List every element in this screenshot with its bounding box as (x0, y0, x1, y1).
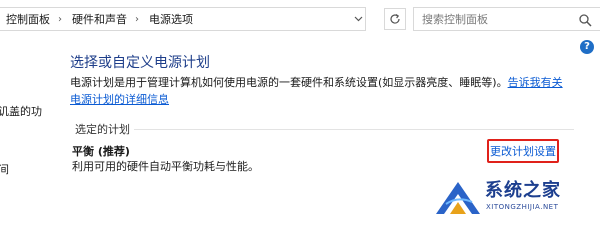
breadcrumb-separator-icon[interactable]: › (54, 14, 66, 25)
page-description: 电源计划是用于管理计算机如何使用电源的一套硬件和系统设置(如显示器亮度、睡眠等)… (70, 74, 570, 108)
breadcrumb-power-options[interactable]: 电源选项 (143, 11, 197, 27)
watermark-url: XITONGZHIJIA.NET (486, 203, 559, 211)
chevron-down-icon (354, 16, 362, 22)
description-text: 电源计划是用于管理计算机如何使用电源的一套硬件和系统设置(如显示器亮度、睡眠等)… (70, 76, 508, 89)
breadcrumb-hardware-sound[interactable]: 硬件和声音 (66, 11, 131, 27)
search-icon[interactable] (578, 13, 592, 27)
sidebar-item-partial[interactable]: 间 (0, 161, 9, 177)
search-input[interactable] (414, 11, 574, 27)
help-icon[interactable]: ? (580, 40, 594, 54)
sidebar-item-partial[interactable]: 讥盖的功 (0, 103, 42, 119)
breadcrumb[interactable]: 控制面板 › 硬件和声音 › 电源选项 (0, 7, 366, 31)
plan-description: 利用可用的硬件自动平衡功耗与性能。 (72, 160, 259, 173)
breadcrumb-separator-icon[interactable]: › (131, 14, 143, 25)
change-plan-settings-link[interactable]: 更改计划设置 (487, 139, 559, 163)
section-divider (134, 129, 574, 130)
watermark-text: 系统之家 (485, 180, 561, 201)
address-bar: 控制面板 › 硬件和声音 › 电源选项 (0, 7, 600, 33)
house-logo-icon (436, 182, 480, 214)
search-box[interactable] (413, 7, 600, 31)
plan-name: 平衡 (推荐) (72, 145, 130, 158)
address-dropdown-button[interactable] (351, 8, 365, 30)
breadcrumb-control-panel[interactable]: 控制面板 (0, 11, 54, 27)
refresh-icon (390, 14, 400, 24)
refresh-button[interactable] (384, 8, 406, 30)
page-title: 选择或自定义电源计划 (70, 55, 210, 71)
watermark: 系统之家 XITONGZHIJIA.NET (432, 172, 600, 223)
section-label-selected-plan: 选定的计划 (75, 123, 130, 136)
